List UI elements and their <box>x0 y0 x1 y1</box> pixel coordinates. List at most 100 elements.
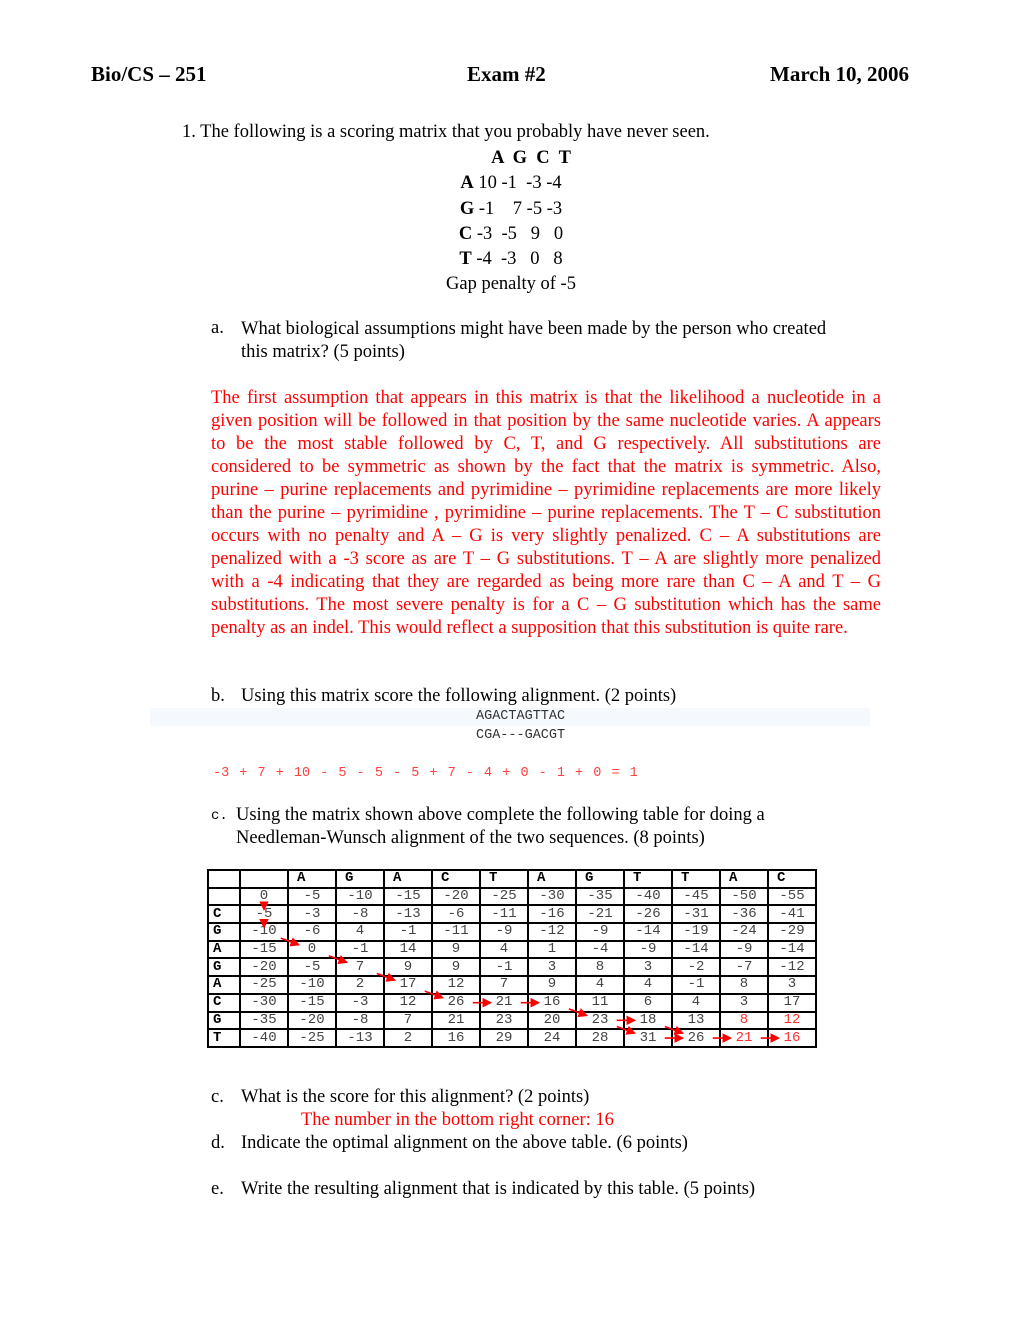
matrix-row: G -1 7 -5 -3 <box>459 198 563 219</box>
gap-penalty: Gap penalty of -5 <box>446 274 576 295</box>
score-cell: 14 <box>383 939 433 960</box>
score-cell: -16 <box>527 904 577 925</box>
score-cell: 21 <box>479 992 529 1013</box>
answer-a: The first assumption that appears in thi… <box>211 388 881 638</box>
question-c-text: Using the matrix shown above complete th… <box>236 805 765 848</box>
table-row: G -35 -20 -8 7 21 23 20 23 18 13 8 12 <box>207 1010 817 1031</box>
score-cell: -21 <box>575 904 625 925</box>
score-cell: -31 <box>671 904 721 925</box>
score-cell: 16 <box>431 1028 481 1048</box>
score-cell: 7 <box>335 957 385 978</box>
score-cell: 11 <box>575 992 625 1013</box>
column-header: T <box>479 869 529 889</box>
score-cell: -25 <box>287 1028 337 1048</box>
score-cell: 21 <box>431 1010 481 1031</box>
score-cell: -6 <box>431 904 481 925</box>
score-cell: 2 <box>335 975 385 995</box>
score-cell: 0 <box>287 939 337 960</box>
question-1-intro: 1. The following is a scoring matrix tha… <box>182 122 710 142</box>
row-label: A <box>207 939 241 960</box>
table-row: G -10 -6 4 -1 -11 -9 -12 -9 -14 -19 -24 -29 <box>207 922 817 942</box>
score-cell: -10 <box>335 886 385 907</box>
score-cell: 7 <box>479 975 529 995</box>
score-cell: -9 <box>623 939 673 960</box>
question-e-label: e. <box>211 1179 224 1199</box>
score-cell: 3 <box>719 992 769 1013</box>
score-cell: 4 <box>623 975 673 995</box>
table-row: A -25 -10 2 17 12 7 9 4 4 -1 8 3 <box>207 975 817 995</box>
score-cell: 6 <box>623 992 673 1013</box>
score-cell: 20 <box>527 1010 577 1031</box>
score-cell: 9 <box>527 975 577 995</box>
score-cell: 26 <box>431 992 481 1013</box>
score-cell: 8 <box>719 975 769 995</box>
score-cell: -35 <box>575 886 625 907</box>
score-cell: 4 <box>671 992 721 1013</box>
score-cell: -1 <box>335 939 385 960</box>
score-cell: 21 <box>719 1028 769 1048</box>
score-cell: -20 <box>431 886 481 907</box>
table-row: A -15 0 -1 14 9 4 1 -4 -9 -14 -9 -14 <box>207 939 817 960</box>
score-cell: 2 <box>383 1028 433 1048</box>
score-cell: -12 <box>527 922 577 942</box>
score-cell: -14 <box>623 922 673 942</box>
score-cell: -1 <box>479 957 529 978</box>
row-label: G <box>207 957 241 978</box>
alignment-seq2: CGA---GACGT <box>476 728 566 743</box>
score-cell: -15 <box>287 992 337 1013</box>
table-header-row: AGACTAGTTAC <box>207 869 817 889</box>
table-row: G -20 -5 7 9 9 -1 3 8 3 -2 -7 -12 <box>207 957 817 978</box>
score-cell: -11 <box>479 904 529 925</box>
score-cell: -5 <box>239 904 289 925</box>
score-cell: 1 <box>527 939 577 960</box>
table-row: C -30 -15 -3 12 26 21 16 11 6 4 3 17 <box>207 992 817 1013</box>
score-cell: -8 <box>335 1010 385 1031</box>
score-cell: -9 <box>719 939 769 960</box>
matrix-col-header: A G C T <box>491 148 571 168</box>
score-cell: 9 <box>383 957 433 978</box>
score-cell: -6 <box>287 922 337 942</box>
score-cell: -13 <box>383 904 433 925</box>
score-cell: 17 <box>383 975 433 995</box>
score-cell: -19 <box>671 922 721 942</box>
question-e-text: Write the resulting alignment that is in… <box>241 1179 756 1199</box>
course-title: Bio/CS – 251 <box>91 62 207 86</box>
score-cell: 0 <box>239 886 289 907</box>
score-cell: 18 <box>623 1010 673 1031</box>
column-header: C <box>767 869 817 889</box>
score-cell: -10 <box>287 975 337 995</box>
score-cell: -55 <box>767 886 817 907</box>
score-cell: -24 <box>719 922 769 942</box>
score-cell: -3 <box>335 992 385 1013</box>
table-row: 0 -5 -10 -15 -20 -25 -30 -35 -40 -45 -50 -55 <box>207 886 817 907</box>
column-header: G <box>335 869 385 889</box>
question-c2-text: What is the score for this alignment? (2… <box>241 1087 590 1107</box>
score-cell: 3 <box>527 957 577 978</box>
score-cell: -30 <box>527 886 577 907</box>
row-label: A <box>207 975 241 995</box>
score-cell: 3 <box>623 957 673 978</box>
score-cell: -7 <box>719 957 769 978</box>
score-cell: 4 <box>479 939 529 960</box>
matrix-row: C -3 -5 9 0 <box>458 223 564 244</box>
score-cell: -45 <box>671 886 721 907</box>
score-cell: -25 <box>479 886 529 907</box>
table-row: T -40 -25 -13 2 16 29 24 28 31 26 21 16 <box>207 1028 817 1048</box>
row-label: G <box>207 922 241 942</box>
score-cell: 17 <box>767 992 817 1013</box>
answer-c2: The number in the bottom right corner: 1… <box>301 1110 614 1130</box>
score-cell: 3 <box>767 975 817 995</box>
row-label: C <box>207 904 241 925</box>
needleman-wunsch-table: A G A C T A G T T A C 0 -5 -10 -15 -20 -25 -30 -35 -40 -45 -5… <box>207 869 817 1048</box>
score-cell: 12 <box>767 1010 817 1031</box>
score-cell: 4 <box>575 975 625 995</box>
score-cell: -1 <box>671 975 721 995</box>
score-cell: -5 <box>287 886 337 907</box>
column-header: A <box>527 869 577 889</box>
matrix-row: T -4 -3 0 8 <box>459 249 563 270</box>
column-header: G <box>575 869 625 889</box>
score-cell: -15 <box>383 886 433 907</box>
score-cell: -20 <box>287 1010 337 1031</box>
question-c2-label: c. <box>211 1087 224 1107</box>
row-label: C <box>207 992 241 1013</box>
